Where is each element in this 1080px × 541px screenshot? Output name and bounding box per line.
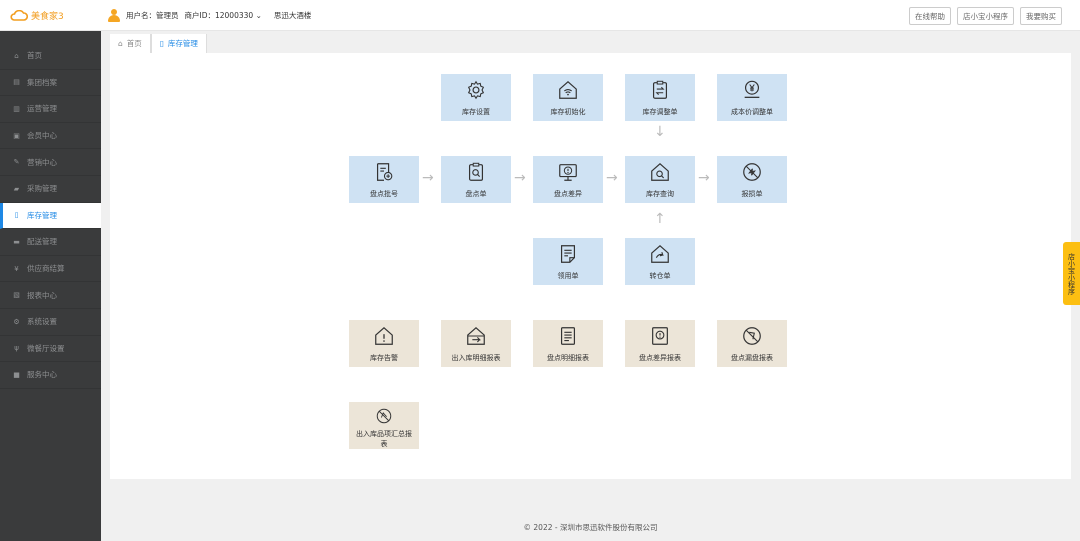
tile-count-miss-report[interactable]: 盘点漏盘报表: [717, 320, 787, 367]
sidebar-item-group-archive[interactable]: ▤ 集团档案: [0, 70, 101, 97]
id-card-icon: ▣: [13, 131, 20, 140]
tile-cost-adjust[interactable]: 成本价调整单: [717, 74, 787, 121]
tile-requisition[interactable]: 领用单: [533, 238, 603, 285]
house-search-icon: [651, 162, 669, 181]
purchase-button[interactable]: 我要购买: [1020, 7, 1062, 25]
house-alert-icon: [375, 326, 393, 345]
tile-inventory-adjust[interactable]: 库存调整单: [625, 74, 695, 121]
tile-inventory-settings[interactable]: 库存设置: [441, 74, 511, 121]
sidebar-item-micro-restaurant[interactable]: ψ 微餐厅设置: [0, 336, 101, 363]
flow-arrow-down: ↓: [654, 124, 666, 140]
flow-arrow-right: →: [698, 170, 710, 186]
service-icon: ■: [13, 370, 20, 379]
tile-count-diff[interactable]: 盘点差异: [533, 156, 603, 203]
flow-arrow-right: →: [514, 170, 526, 186]
yen-icon: ¥: [14, 264, 19, 273]
tile-count-diff-report[interactable]: 盘点差异报表: [625, 320, 695, 367]
box-alert-icon: [652, 327, 668, 345]
gear-icon: [467, 80, 485, 100]
user-name: 用户名：管理员: [126, 11, 179, 20]
house-exit-icon: [467, 326, 485, 345]
gears-icon: ⚙: [13, 317, 20, 326]
mini-program-button[interactable]: 店小宝小程序: [957, 7, 1014, 25]
circle-slash-icon: [743, 327, 761, 345]
archive-icon: ▤: [13, 78, 20, 87]
truck-icon: ▬: [13, 237, 20, 246]
sidebar: ⌂ 首页 ▤ 集团档案 ▥ 运营管理 ▣ 会员中心 ✎ 营销中心 ▰ 采购管理 ▯ 库存管理 …: [0, 31, 101, 541]
chevron-down-icon[interactable]: ⌄: [256, 11, 262, 20]
flow-arrow-up: ↑: [654, 211, 666, 227]
yen-coin-icon: [744, 80, 760, 98]
edit-icon: ✎: [13, 158, 20, 167]
clipboard-swap-icon: [652, 80, 668, 99]
doc-list-icon: [560, 327, 576, 345]
sidebar-item-supplier-settlement[interactable]: ¥ 供应商结算: [0, 256, 101, 283]
home-icon: ⌂: [14, 51, 19, 60]
avatar[interactable]: [108, 9, 120, 22]
tab-home[interactable]: ⌂ 首页: [110, 34, 151, 53]
sidebar-item-settings[interactable]: ⚙ 系统设置: [0, 309, 101, 336]
tile-loss-report[interactable]: 报损单: [717, 156, 787, 203]
tab-inventory[interactable]: ▯ 库存管理: [150, 34, 207, 53]
bar-chart-icon: ▥: [13, 104, 20, 113]
inventory-flow-panel: 库存设置 库存初始化 库存调整单 成本价调整单 ↓ 盘点批号 → 盘点单 → 盘…: [110, 53, 1071, 479]
book-icon: ▰: [13, 184, 20, 193]
tile-count-batch[interactable]: 盘点批号: [349, 156, 419, 203]
flow-arrow-right: →: [422, 170, 434, 186]
report-icon: ▧: [13, 291, 20, 300]
flow-arrow-right: →: [606, 170, 618, 186]
footer-copyright: © 2022 - 深圳市思迅软件股份有限公司: [523, 523, 658, 532]
home-icon: ⌂: [118, 39, 123, 48]
sidebar-item-marketing[interactable]: ✎ 营销中心: [0, 149, 101, 176]
tile-transfer[interactable]: 转仓单: [625, 238, 695, 285]
file-icon: ▯: [159, 39, 164, 48]
cloud-logo-icon: [10, 10, 28, 21]
monitor-alert-icon: [559, 164, 577, 181]
tile-inventory-alert[interactable]: 库存告警: [349, 320, 419, 367]
house-arrow-icon: [651, 244, 669, 263]
broken-icon: [743, 163, 761, 181]
sidebar-item-operations[interactable]: ▥ 运营管理: [0, 96, 101, 123]
sidebar-item-service[interactable]: ■ 服务中心: [0, 362, 101, 389]
doc-lines-icon: [560, 245, 576, 263]
sidebar-item-distribution[interactable]: ▬ 配送管理: [0, 229, 101, 256]
user-info: 用户名：管理员 商户ID：12000330 ⌄ 思迅大酒楼: [108, 9, 311, 22]
logo-text: 美食家3: [31, 12, 64, 22]
merchant-id[interactable]: 商户ID：12000330 ⌄: [185, 10, 262, 21]
tile-io-detail-report[interactable]: 出入库明细报表: [441, 320, 511, 367]
circle-slash2-icon: [376, 408, 392, 424]
mini-program-tag[interactable]: 店小宝小程序: [1063, 242, 1080, 305]
sidebar-item-members[interactable]: ▣ 会员中心: [0, 123, 101, 150]
logo[interactable]: 美食家3: [10, 9, 64, 22]
sidebar-item-purchasing[interactable]: ▰ 采购管理: [0, 176, 101, 203]
tile-inventory-query[interactable]: 库存查询: [625, 156, 695, 203]
file-icon: ▯: [14, 211, 19, 220]
tab-bar: ⌂ 首页 ▯ 库存管理: [110, 34, 207, 53]
tile-io-summary-report[interactable]: 出入库品项汇总报表: [349, 402, 419, 449]
doc-plus-icon: [376, 163, 393, 181]
clipboard-search-icon: [468, 162, 484, 181]
house-wifi-icon: [559, 80, 577, 99]
top-bar: 美食家3 用户名：管理员 商户ID：12000330 ⌄ 思迅大酒楼 在线帮助 …: [0, 0, 1080, 31]
sidebar-item-inventory[interactable]: ▯ 库存管理: [0, 202, 101, 230]
online-help-button[interactable]: 在线帮助: [909, 7, 951, 25]
shop-name: 思迅大酒楼: [273, 11, 312, 20]
sidebar-item-home[interactable]: ⌂ 首页: [0, 43, 101, 70]
tile-count-sheet[interactable]: 盘点单: [441, 156, 511, 203]
tile-count-detail-report[interactable]: 盘点明细报表: [533, 320, 603, 367]
fork-knife-icon: ψ: [14, 344, 19, 353]
tile-inventory-init[interactable]: 库存初始化: [533, 74, 603, 121]
sidebar-item-reports[interactable]: ▧ 报表中心: [0, 282, 101, 309]
